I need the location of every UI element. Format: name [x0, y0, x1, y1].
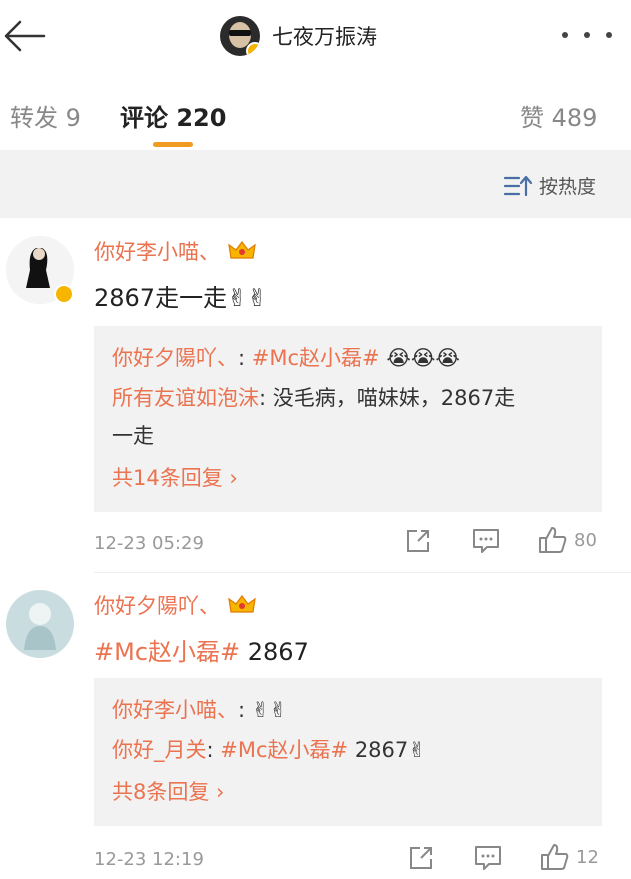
reply-box[interactable]: 你好李小喵、: ✌✌ 你好_月关: #Mc赵小磊# 2867✌ 共8条回复 › [94, 678, 602, 826]
verified-badge-icon [246, 42, 260, 56]
reply-author[interactable]: 所有友谊如泡沫 [112, 386, 259, 410]
top-nav-bar: 七夜万振涛 [0, 0, 631, 72]
reply-text: ✌✌ [251, 698, 287, 722]
reply-author[interactable]: 你好_月关 [112, 738, 207, 762]
like-count: 12 [576, 846, 599, 868]
hashtag-link[interactable]: #Mc赵小磊# [252, 346, 380, 370]
hashtag-link[interactable]: #Mc赵小磊# [94, 638, 240, 666]
like-count: 80 [574, 529, 597, 551]
sort-label: 按热度 [539, 176, 597, 198]
reply-line: 所有友谊如泡沫: 没毛病，喵妹妹，2867走 [112, 386, 516, 410]
profile-title[interactable]: 七夜万振涛 [220, 14, 377, 58]
more-options-icon[interactable] [562, 22, 612, 48]
view-more-replies-link[interactable]: 共14条回复 › [112, 462, 238, 492]
tab-repost-count: 9 [65, 104, 81, 132]
reply-box[interactable]: 你好夕陽吖、: #Mc赵小磊# 😭😭😭 所有友谊如泡沫: 没毛病，喵妹妹，286… [94, 326, 602, 512]
thumbs-up-icon [541, 844, 569, 870]
comment-text: 2867走一走✌✌ [94, 284, 268, 312]
reply-button[interactable] [474, 845, 502, 871]
reply-button[interactable] [472, 528, 500, 554]
sort-bar: 按热度 [0, 150, 631, 218]
comment-timestamp: 12-23 12:19 [94, 849, 204, 870]
divider [94, 572, 631, 573]
reply-text: 2867✌ [354, 738, 426, 762]
comment-author[interactable]: 你好李小喵、 [94, 236, 256, 266]
reply-text-continued: 一走 [112, 424, 154, 448]
tab-likes[interactable]: 赞 489 [520, 98, 597, 133]
tab-comments-count: 220 [176, 104, 227, 132]
tab-likes-label: 赞 [520, 104, 544, 132]
tab-repost-label: 转发 [10, 104, 58, 132]
verified-badge-icon [54, 284, 74, 304]
tab-bar: 转发 9 评论 220 赞 489 [0, 72, 631, 150]
tab-repost[interactable]: 转发 9 [10, 98, 81, 133]
comment-icon [473, 529, 499, 553]
back-arrow-icon[interactable] [0, 14, 52, 58]
comment-icon [475, 846, 501, 870]
reply-author[interactable]: 你好李小喵、 [112, 698, 238, 722]
comment-author[interactable]: 你好夕陽吖、 [94, 590, 256, 620]
reply-line: 你好_月关: #Mc赵小磊# 2867✌ [112, 738, 426, 762]
sort-icon [503, 175, 533, 196]
reply-text: 😭😭😭 [386, 346, 460, 370]
comment-timestamp: 12-23 05:29 [94, 533, 204, 554]
comment-text: #Mc赵小磊# 2867 [94, 638, 309, 666]
share-icon [407, 530, 429, 552]
share-button[interactable] [408, 845, 434, 871]
active-tab-indicator [153, 142, 193, 147]
thumbs-up-icon [539, 527, 567, 553]
avatar[interactable] [220, 16, 260, 56]
view-more-replies-link[interactable]: 共8条回复 › [112, 776, 224, 806]
like-button[interactable]: 12 [540, 843, 599, 871]
crown-icon [228, 595, 256, 613]
hashtag-link[interactable]: #Mc赵小磊# [220, 738, 348, 762]
share-icon [410, 847, 432, 869]
crown-icon [228, 241, 256, 259]
reply-line: 你好夕陽吖、: #Mc赵小磊# 😭😭😭 [112, 346, 460, 370]
tab-comments[interactable]: 评论 220 [120, 98, 226, 133]
page-title: 七夜万振涛 [272, 25, 377, 49]
reply-author[interactable]: 你好夕陽吖、 [112, 346, 238, 370]
sort-button[interactable]: 按热度 [503, 172, 596, 199]
reply-line: 你好李小喵、: ✌✌ [112, 698, 287, 722]
reply-text: 没毛病，喵妹妹，2867走 [272, 386, 516, 410]
tab-likes-count: 489 [551, 104, 598, 132]
avatar[interactable] [6, 590, 74, 658]
share-button[interactable] [405, 528, 431, 554]
tab-comments-label: 评论 [120, 104, 168, 132]
like-button[interactable]: 80 [538, 526, 597, 554]
